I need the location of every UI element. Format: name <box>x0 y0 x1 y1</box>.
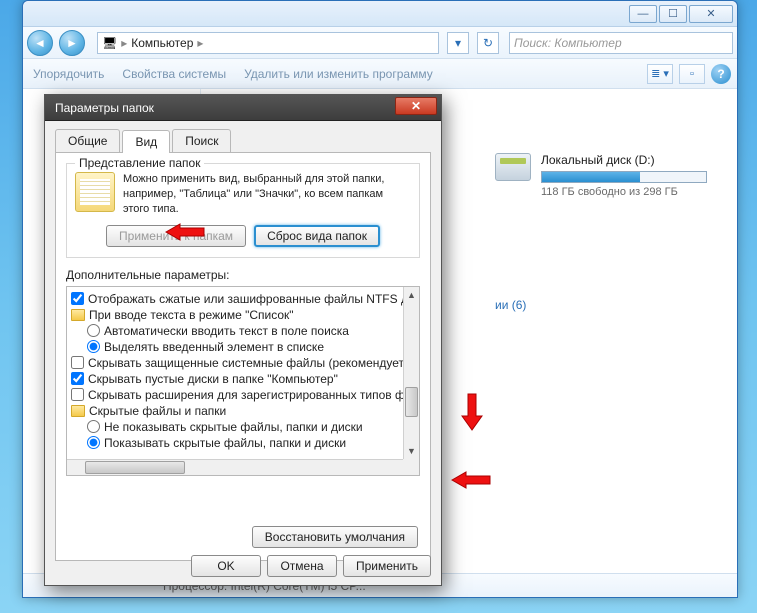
breadcrumb-sep-icon: ▸ <box>197 36 203 50</box>
group-description: Можно применить вид, выбранный для этой … <box>123 172 411 217</box>
dialog-footer: OK Отмена Применить <box>45 555 431 577</box>
radio[interactable] <box>87 340 100 353</box>
folder-views-group: Представление папок Можно применить вид,… <box>66 163 420 258</box>
maximize-button[interactable]: ☐ <box>659 5 687 23</box>
folder-options-dialog: Параметры папок ✕ Общие Вид Поиск Предст… <box>44 94 442 586</box>
setting-label: Скрывать расширения для зарегистрированн… <box>88 388 403 402</box>
search-input[interactable]: Поиск: Компьютер <box>509 32 733 54</box>
setting-label: Выделять введенный элемент в списке <box>104 340 324 354</box>
setting-item[interactable]: Скрывать расширения для зарегистрированн… <box>69 387 401 403</box>
setting-item[interactable]: Скрывать защищенные системные файлы (рек… <box>69 355 401 371</box>
nav-back-button[interactable]: ◄ <box>27 30 53 56</box>
checkbox[interactable] <box>71 356 84 369</box>
toolbar-organize[interactable]: Упорядочить <box>33 67 104 81</box>
setting-label: Скрывать защищенные системные файлы (рек… <box>88 356 403 370</box>
navigation-bar: ◄ ► 🖥 ▸ Компьютер ▸ ▾ ↻ Поиск: Компьютер <box>23 27 737 59</box>
disk-usage-bar <box>541 171 707 183</box>
breadcrumb-root[interactable]: Компьютер <box>131 36 193 50</box>
nav-forward-button[interactable]: ► <box>59 30 85 56</box>
folder-icon <box>71 405 85 417</box>
address-bar[interactable]: 🖥 ▸ Компьютер ▸ <box>97 32 439 54</box>
setting-item[interactable]: Отображать сжатые или зашифрованные файл… <box>69 291 401 307</box>
category-label[interactable]: ии (6) <box>495 298 723 312</box>
scroll-down-icon[interactable]: ▼ <box>404 443 419 459</box>
reset-folders-button[interactable]: Сброс вида папок <box>254 225 380 247</box>
command-toolbar: Упорядочить Свойства системы Удалить или… <box>23 59 737 89</box>
tab-view[interactable]: Вид <box>122 130 170 153</box>
setting-label: Отображать сжатые или зашифрованные файл… <box>88 292 403 306</box>
dialog-close-button[interactable]: ✕ <box>395 97 437 115</box>
radio[interactable] <box>87 436 100 449</box>
scroll-corner <box>403 459 419 475</box>
setting-item[interactable]: При вводе текста в режиме "Список" <box>69 307 401 323</box>
scroll-up-icon[interactable]: ▲ <box>404 287 419 303</box>
dialog-titlebar[interactable]: Параметры папок ✕ <box>45 95 441 121</box>
setting-label: При вводе текста в режиме "Список" <box>89 308 294 322</box>
dialog-title: Параметры папок <box>55 101 154 115</box>
scroll-thumb[interactable] <box>405 387 418 417</box>
help-icon[interactable]: ? <box>711 64 731 84</box>
preview-pane-button[interactable]: ▫ <box>679 64 705 84</box>
cancel-button[interactable]: Отмена <box>267 555 337 577</box>
setting-label: Автоматически вводить текст в поле поиск… <box>104 324 349 338</box>
setting-item[interactable]: Показывать скрытые файлы, папки и диски <box>69 435 401 451</box>
toolbar-uninstall[interactable]: Удалить или изменить программу <box>244 67 433 81</box>
computer-icon: 🖥 <box>102 36 117 50</box>
setting-item[interactable]: Выделять введенный элемент в списке <box>69 339 401 355</box>
setting-item[interactable]: Скрытые файлы и папки <box>69 403 401 419</box>
tab-strip: Общие Вид Поиск <box>55 129 431 153</box>
view-mode-button[interactable]: ≣ ▾ <box>647 64 673 84</box>
ok-button[interactable]: OK <box>191 555 261 577</box>
apply-to-folders-button[interactable]: Применить к папкам <box>106 225 246 247</box>
refresh-button[interactable]: ↻ <box>477 32 499 54</box>
setting-label: Показывать скрытые файлы, папки и диски <box>104 436 346 450</box>
radio[interactable] <box>87 420 100 433</box>
checkbox[interactable] <box>71 372 84 385</box>
setting-label: Скрывать пустые диски в папке "Компьютер… <box>88 372 338 386</box>
disk-item[interactable]: Локальный диск (D:) 118 ГБ свободно из 2… <box>495 153 723 198</box>
checkbox[interactable] <box>71 292 84 305</box>
apply-button[interactable]: Применить <box>343 555 431 577</box>
folder-icon <box>71 309 85 321</box>
checkbox[interactable] <box>71 388 84 401</box>
advanced-settings-list: Отображать сжатые или зашифрованные файл… <box>66 286 420 476</box>
tab-general[interactable]: Общие <box>55 129 120 152</box>
setting-item[interactable]: Автоматически вводить текст в поле поиск… <box>69 323 401 339</box>
address-dropdown-button[interactable]: ▾ <box>447 32 469 54</box>
tab-panel-view: Представление папок Можно применить вид,… <box>55 153 431 561</box>
disk-free-text: 118 ГБ свободно из 298 ГБ <box>541 186 707 198</box>
vertical-scrollbar[interactable]: ▲ ▼ <box>403 287 419 459</box>
window-titlebar[interactable]: — ☐ ✕ <box>23 1 737 27</box>
breadcrumb-sep-icon: ▸ <box>121 36 127 50</box>
setting-item[interactable]: Не показывать скрытые файлы, папки и дис… <box>69 419 401 435</box>
hard-disk-icon <box>495 153 531 181</box>
setting-item[interactable]: Скрывать пустые диски в папке "Компьютер… <box>69 371 401 387</box>
advanced-settings-label: Дополнительные параметры: <box>66 268 420 282</box>
restore-defaults-button[interactable]: Восстановить умолчания <box>252 526 418 548</box>
setting-label: Скрытые файлы и папки <box>89 404 226 418</box>
close-button[interactable]: ✕ <box>689 5 733 23</box>
minimize-button[interactable]: — <box>629 5 657 23</box>
tab-search[interactable]: Поиск <box>172 129 231 152</box>
group-label: Представление папок <box>75 156 204 170</box>
toolbar-properties[interactable]: Свойства системы <box>122 67 226 81</box>
horizontal-scrollbar[interactable] <box>67 459 403 475</box>
radio[interactable] <box>87 324 100 337</box>
hscroll-thumb[interactable] <box>85 461 185 474</box>
disk-name: Локальный диск (D:) <box>541 153 707 167</box>
setting-label: Не показывать скрытые файлы, папки и дис… <box>104 420 363 434</box>
folder-views-icon <box>75 172 115 212</box>
